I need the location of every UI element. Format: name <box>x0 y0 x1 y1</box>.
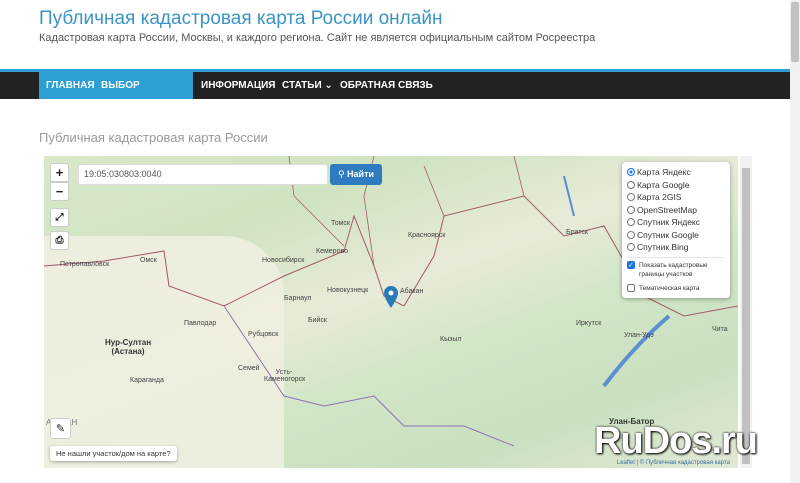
layer-option[interactable]: Спутник Bing <box>627 241 725 254</box>
radio[interactable] <box>627 230 635 239</box>
nav-info[interactable]: Информация <box>194 72 283 99</box>
city-label: Красноярск <box>408 232 446 239</box>
city-label: Нур-Султан (Астана) <box>104 338 152 356</box>
layer-option[interactable]: OpenStreetMap <box>627 204 725 217</box>
site-title[interactable]: Публичная кадастровая карта России онлай… <box>39 8 442 30</box>
site-description: Кадастровая карта России, Москвы, и кажд… <box>39 32 596 44</box>
checkbox[interactable]: ✓ <box>627 260 635 269</box>
overlay-thematic[interactable]: Тематическая карта <box>627 283 725 293</box>
layer-label: OpenStreetMap <box>637 204 698 215</box>
print-icon[interactable]: ⎙ <box>50 231 69 250</box>
city-label: Новосибирск <box>262 257 305 264</box>
search-button-label: Найти <box>347 169 375 179</box>
layer-option[interactable]: Карта 2GIS <box>627 191 725 204</box>
layer-label: Спутник Яндекс <box>637 217 700 228</box>
city-label: Кемерово <box>316 248 348 255</box>
city-label: Семей <box>238 365 260 372</box>
zoom-in-button[interactable]: + <box>50 163 69 182</box>
city-label: Томск <box>331 220 350 227</box>
nav-feedback[interactable]: Обратная связь <box>333 72 440 99</box>
layer-label: Карта 2GIS <box>637 192 682 203</box>
watermark-logo: RuDos.ru <box>594 420 758 462</box>
fullscreen-icon[interactable]: ⤢ <box>50 208 69 227</box>
scrollbar-thumb[interactable] <box>791 2 799 62</box>
layer-option[interactable]: Карта Google <box>627 179 725 192</box>
not-found-button[interactable]: Не нашли участок/дом на карте? <box>50 446 177 461</box>
city-label: Рубцовск <box>248 331 279 338</box>
cadastral-search-input[interactable]: 19:05:030803:0040 <box>78 164 328 185</box>
layer-label: Карта Яндекс <box>637 167 691 178</box>
divider <box>627 256 725 258</box>
radio[interactable] <box>627 193 635 202</box>
radio[interactable] <box>627 180 635 189</box>
city-label: Кызыл <box>440 336 462 343</box>
city-label: Омск <box>140 257 157 264</box>
layer-label: Карта Google <box>637 179 690 190</box>
city-label: Улан-Удэ <box>624 332 654 339</box>
city-label: Бийск <box>308 317 327 324</box>
nav-region[interactable]: Выбор региона ⌄ <box>94 72 193 118</box>
layer-option[interactable]: Спутник Яндекс <box>627 216 725 229</box>
search-button[interactable]: ⚲ Найти <box>330 164 382 185</box>
city-label: Новокузнецк <box>327 287 369 294</box>
city-label: Чита <box>712 326 728 333</box>
radio[interactable] <box>627 218 635 227</box>
search-icon: ⚲ <box>337 169 348 179</box>
page-scrollbar[interactable] <box>790 0 800 483</box>
layer-label: Спутник Bing <box>637 242 689 253</box>
main-nav: Главная Выбор региона ⌄ Информация Стать… <box>0 72 790 118</box>
layer-switcher: Карта Яндекс Карта Google Карта 2GIS Ope… <box>622 162 730 298</box>
city-label: Усть-Каменогорск <box>264 369 306 383</box>
radio[interactable] <box>627 243 635 252</box>
city-label: Павлодар <box>184 320 217 327</box>
city-label: Барнаул <box>284 295 312 302</box>
nav-home[interactable]: Главная <box>39 72 102 99</box>
checkbox[interactable] <box>627 283 635 292</box>
radio[interactable] <box>627 205 635 214</box>
page-heading: Публичная кадастровая карта России <box>39 130 268 145</box>
city-label: Абакан <box>400 288 424 295</box>
layer-option[interactable]: Карта Яндекс <box>627 166 725 179</box>
layer-label: Спутник Google <box>637 229 699 240</box>
city-label: Иркутск <box>576 320 602 327</box>
map-marker-icon[interactable] <box>384 286 398 308</box>
overlay-label: Тематическая карта <box>639 284 700 292</box>
zoom-out-button[interactable]: − <box>50 182 69 201</box>
ruler-icon[interactable]: ✎ <box>50 418 71 439</box>
city-label: Петропавловск <box>60 261 110 268</box>
city-label: Братск <box>566 229 588 236</box>
radio[interactable] <box>627 168 635 177</box>
overlay-label: Показать кадастровые границы участков <box>639 261 708 278</box>
nav-articles[interactable]: Статьи ⌄ <box>275 72 340 99</box>
layer-option[interactable]: Спутник Google <box>627 229 725 242</box>
city-label: Караганда <box>130 377 164 384</box>
overlay-cadastral[interactable]: ✓ Показать кадастровые границы участков <box>627 260 725 279</box>
